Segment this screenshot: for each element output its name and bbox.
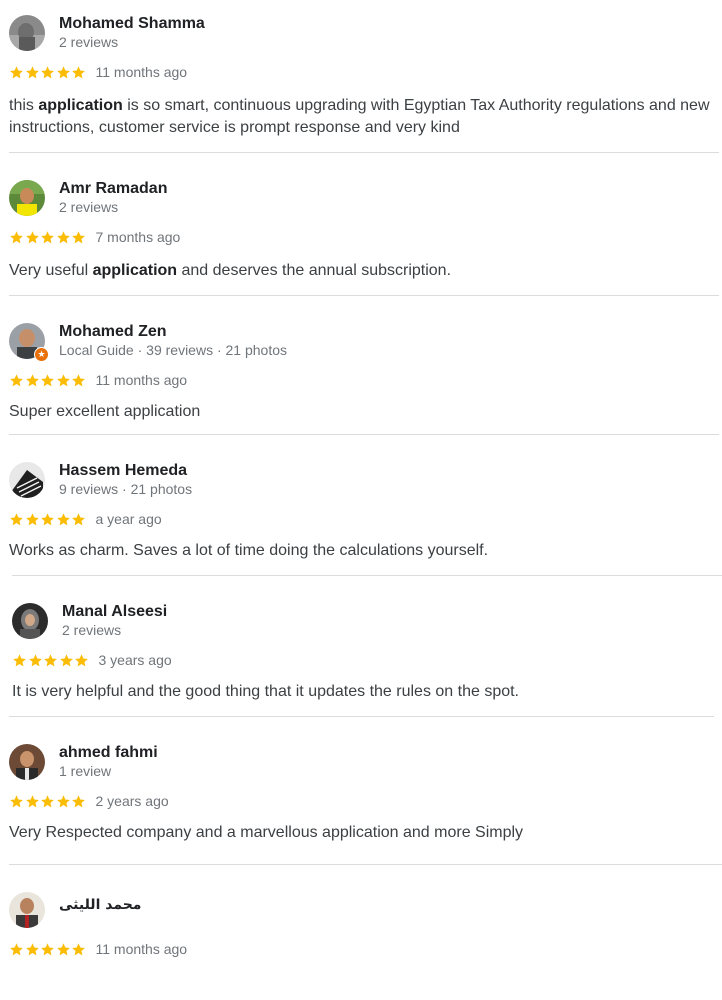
- star-rating: [9, 942, 87, 957]
- review-text: this application is so smart, continuous…: [9, 97, 710, 136]
- reviewer-name[interactable]: Mohamed Shamma: [59, 15, 205, 33]
- star-icon: [25, 942, 39, 955]
- star-icon: [41, 512, 54, 525]
- star-icon: [41, 942, 54, 955]
- star-icon: [56, 65, 70, 78]
- star-rating: [9, 373, 87, 388]
- star-icon: [41, 230, 54, 243]
- star-icon: [72, 794, 85, 807]
- rating-row: 11 months ago: [9, 940, 187, 958]
- review-date: 7 months ago: [95, 229, 181, 245]
- star-icon: [56, 942, 70, 955]
- star-icon: [72, 230, 85, 243]
- user-avatar[interactable]: [12, 603, 48, 639]
- reviewer-meta: 9 reviews · 21 photos: [59, 481, 193, 497]
- star-icon: [10, 512, 23, 525]
- rating-row: 11 months ago: [9, 371, 187, 389]
- rating-row: a year ago: [9, 510, 162, 528]
- star-icon: [72, 942, 85, 955]
- user-avatar[interactable]: [9, 15, 45, 51]
- star-rating: [9, 794, 87, 809]
- star-icon: [75, 653, 88, 666]
- divider: [9, 295, 719, 296]
- reviewer-meta: 2 reviews: [62, 622, 122, 638]
- local-guide-badge-icon: ★: [34, 347, 49, 362]
- reviewer-meta: 2 reviews: [59, 34, 119, 50]
- review-date: a year ago: [95, 511, 162, 527]
- rating-row: 11 months ago: [9, 63, 187, 81]
- review-date: 11 months ago: [95, 372, 188, 388]
- divider: [9, 864, 722, 865]
- highlighted-term: application: [92, 262, 178, 279]
- star-icon: [56, 373, 70, 386]
- star-icon: [25, 794, 39, 807]
- star-icon: [25, 65, 39, 78]
- star-icon: [72, 373, 85, 386]
- review-date: 3 years ago: [98, 652, 172, 668]
- reviewer-name[interactable]: محمد الليثى: [59, 896, 141, 914]
- user-avatar[interactable]: ★: [9, 323, 49, 362]
- star-icon: [72, 512, 85, 525]
- star-icon: [44, 653, 57, 666]
- star-rating: [9, 230, 87, 245]
- star-icon: [13, 653, 26, 666]
- review-text: Super excellent application: [9, 403, 201, 420]
- star-icon: [41, 794, 54, 807]
- reviewer-name[interactable]: Hassem Hemeda: [59, 462, 187, 480]
- rating-row: 7 months ago: [9, 228, 180, 246]
- highlighted-term: application: [38, 97, 123, 114]
- star-rating: [9, 65, 87, 80]
- star-icon: [10, 65, 23, 78]
- star-icon: [56, 794, 70, 807]
- review-date: 11 months ago: [95, 64, 188, 80]
- star-icon: [10, 794, 23, 807]
- star-rating: [12, 653, 90, 668]
- star-icon: [10, 373, 23, 386]
- user-avatar[interactable]: [9, 744, 45, 780]
- review-date: 2 years ago: [95, 793, 169, 809]
- star-rating: [9, 512, 87, 527]
- rating-row: 3 years ago: [12, 651, 172, 669]
- star-icon: [25, 373, 39, 386]
- user-avatar[interactable]: [9, 180, 45, 216]
- star-icon: [10, 230, 23, 243]
- review-text: Very useful application and deserves the…: [9, 262, 452, 279]
- user-avatar[interactable]: [9, 892, 45, 928]
- reviewer-meta: 1 review: [59, 763, 112, 779]
- reviewer-name[interactable]: ahmed fahmi: [59, 744, 158, 762]
- review-text: Very Respected company and a marvellous …: [9, 824, 524, 841]
- reviewer-meta: 2 reviews: [59, 199, 119, 215]
- user-avatar[interactable]: [9, 462, 45, 498]
- star-icon: [72, 65, 85, 78]
- reviewer-name[interactable]: Mohamed Zen: [59, 323, 167, 341]
- reviewer-name[interactable]: Amr Ramadan: [59, 180, 167, 198]
- review-date: 11 months ago: [95, 941, 188, 957]
- star-icon: [25, 230, 39, 243]
- divider: [9, 434, 719, 435]
- star-icon: [56, 512, 70, 525]
- star-icon: [41, 65, 54, 78]
- star-icon: [28, 653, 42, 666]
- reviewer-meta: Local Guide · 39 reviews · 21 photos: [59, 342, 288, 358]
- divider: [9, 152, 719, 153]
- star-icon: [25, 512, 39, 525]
- star-icon: [59, 653, 73, 666]
- divider: [12, 575, 722, 576]
- reviewer-name[interactable]: Manal Alseesi: [62, 603, 167, 621]
- star-icon: [41, 373, 54, 386]
- star-icon: [10, 942, 23, 955]
- rating-row: 2 years ago: [9, 792, 169, 810]
- review-text: It is very helpful and the good thing th…: [12, 683, 519, 700]
- divider: [9, 716, 714, 717]
- review-text: Works as charm. Saves a lot of time doin…: [9, 542, 489, 559]
- star-icon: [56, 230, 70, 243]
